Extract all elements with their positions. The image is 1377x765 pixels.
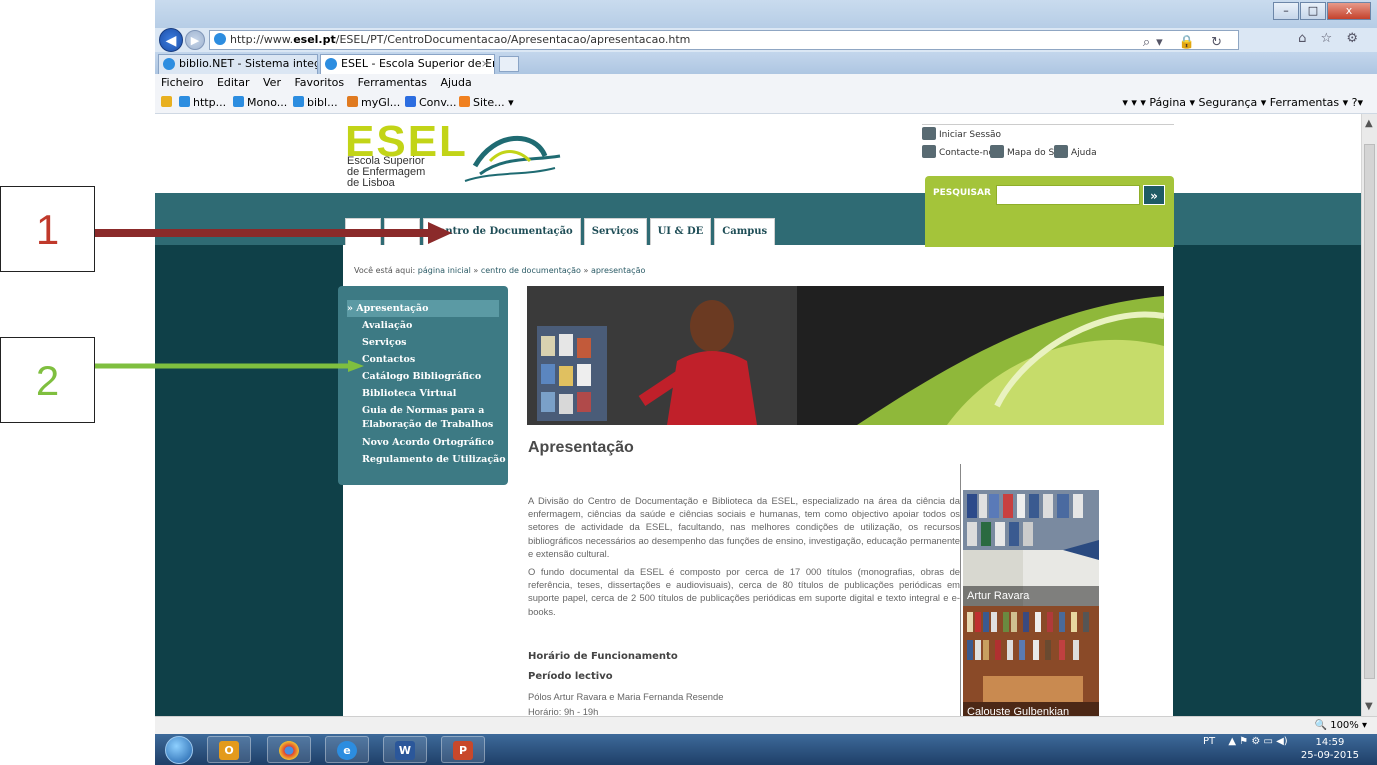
annotation-1-arrowhead	[428, 222, 452, 244]
screenshot: – □ x ◀ ▶ http://www.esel.pt/ESEL/PT/Cen…	[0, 0, 1377, 765]
annotation-2-arrowhead	[348, 360, 364, 372]
annotation-arrows	[95, 222, 452, 372]
